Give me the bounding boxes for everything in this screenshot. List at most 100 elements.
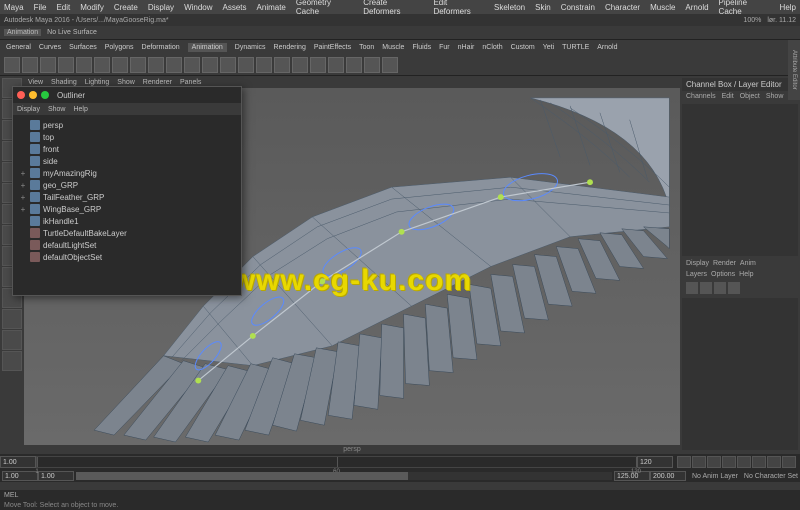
shelf-tab-animation[interactable]: Animation (188, 43, 227, 52)
shelf-icon[interactable] (202, 57, 218, 73)
shelf-icon[interactable] (4, 57, 20, 73)
no-anim-layer[interactable]: No Anim Layer (692, 473, 738, 480)
shelf-icon[interactable] (220, 57, 236, 73)
layer-icon[interactable] (714, 282, 726, 294)
start-frame-input[interactable] (0, 456, 36, 468)
menu-create[interactable]: Create (114, 3, 138, 12)
shelf-icon[interactable] (76, 57, 92, 73)
shelf-tab-dynamics[interactable]: Dynamics (235, 44, 266, 51)
mode-dropdown[interactable]: Animation (4, 29, 41, 36)
shelf-tab-toon[interactable]: Toon (359, 44, 374, 51)
shelf-tab-curves[interactable]: Curves (39, 44, 61, 51)
shelf-tab-painteffects[interactable]: PaintEffects (314, 44, 351, 51)
cb-tab-show[interactable]: Show (766, 93, 784, 100)
maximize-icon[interactable] (41, 91, 49, 99)
menu-create-deformers[interactable]: Create Deformers (363, 0, 423, 16)
play-back-button[interactable] (722, 456, 736, 468)
range-slider[interactable]: No Anim Layer No Character Set (0, 470, 800, 482)
shelf-icon[interactable] (310, 57, 326, 73)
time-slider[interactable]: 1 60 120 (0, 454, 800, 470)
play-forward-button[interactable] (737, 456, 751, 468)
outliner-item[interactable]: +myAmazingRig (17, 167, 237, 179)
rewind-button[interactable] (677, 456, 691, 468)
outliner-item[interactable]: defaultObjectSet (17, 251, 237, 263)
shelf-icon[interactable] (148, 57, 164, 73)
key-back-button[interactable] (707, 456, 721, 468)
cb-tab-object[interactable]: Object (740, 93, 760, 100)
outliner-item[interactable]: +WingBase_GRP (17, 203, 237, 215)
shelf-icon[interactable] (364, 57, 380, 73)
outliner-item[interactable]: side (17, 155, 237, 167)
close-icon[interactable] (17, 91, 25, 99)
shelf-tab-nhair[interactable]: nHair (458, 44, 475, 51)
layout-tool[interactable] (2, 330, 22, 350)
cb-tab-channels[interactable]: Channels (686, 93, 716, 100)
outliner-item[interactable]: +geo_GRP (17, 179, 237, 191)
vp-menu-shading[interactable]: Shading (51, 79, 77, 86)
menu-display[interactable]: Display (148, 3, 174, 12)
menu-edit[interactable]: Edit (56, 3, 70, 12)
layer-icon[interactable] (700, 282, 712, 294)
shelf-icon[interactable] (94, 57, 110, 73)
outliner-item[interactable]: ikHandle1 (17, 215, 237, 227)
menu-edit-deformers[interactable]: Edit Deformers (433, 0, 484, 16)
shelf-tab-turtle[interactable]: TURTLE (562, 44, 589, 51)
shelf-icon[interactable] (274, 57, 290, 73)
vp-menu-panels[interactable]: Panels (180, 79, 201, 86)
outliner-item[interactable]: top (17, 131, 237, 143)
shelf-tab-arnold[interactable]: Arnold (597, 44, 617, 51)
shelf-tab-polygons[interactable]: Polygons (105, 44, 134, 51)
key-forward-button[interactable] (752, 456, 766, 468)
step-back-button[interactable] (692, 456, 706, 468)
shelf-icon[interactable] (22, 57, 38, 73)
vp-menu-lighting[interactable]: Lighting (85, 79, 110, 86)
outliner-item[interactable]: front (17, 143, 237, 155)
menu-pipeline-cache[interactable]: Pipeline Cache (719, 0, 770, 16)
shelf-tab-muscle[interactable]: Muscle (382, 44, 404, 51)
shelf-icon[interactable] (184, 57, 200, 73)
shelf-tab-fur[interactable]: Fur (439, 44, 450, 51)
outliner-item[interactable]: +TailFeather_GRP (17, 191, 237, 203)
menu-skin[interactable]: Skin (535, 3, 551, 12)
minimize-icon[interactable] (29, 91, 37, 99)
shelf-tab-deformation[interactable]: Deformation (142, 44, 180, 51)
outliner-titlebar[interactable]: Outliner (13, 87, 241, 103)
step-forward-button[interactable] (767, 456, 781, 468)
vp-menu-show[interactable]: Show (117, 79, 135, 86)
layer-menu-layers[interactable]: Layers (686, 271, 707, 278)
layout-tool[interactable] (2, 351, 22, 371)
command-language[interactable]: MEL (4, 492, 18, 499)
shelf-icon[interactable] (40, 57, 56, 73)
menu-skeleton[interactable]: Skeleton (494, 3, 525, 12)
menu-modify[interactable]: Modify (80, 3, 104, 12)
menu-help[interactable]: Help (780, 3, 796, 12)
menu-maya[interactable]: Maya (4, 3, 24, 12)
menu-animate[interactable]: Animate (257, 3, 286, 12)
outliner-menu-display[interactable]: Display (17, 106, 40, 113)
shelf-icon[interactable] (256, 57, 272, 73)
layer-tab-display[interactable]: Display (686, 260, 709, 267)
no-character-set[interactable]: No Character Set (744, 473, 798, 480)
attribute-editor-tab[interactable]: Attribute Editor (788, 40, 800, 100)
shelf-tab-ncloth[interactable]: nCloth (482, 44, 502, 51)
shelf-icon[interactable] (238, 57, 254, 73)
layer-menu-options[interactable]: Options (711, 271, 735, 278)
shelf-icon[interactable] (130, 57, 146, 73)
shelf-icon[interactable] (328, 57, 344, 73)
forward-end-button[interactable] (782, 456, 796, 468)
vp-menu-renderer[interactable]: Renderer (143, 79, 172, 86)
outliner-item[interactable]: persp (17, 119, 237, 131)
menu-window[interactable]: Window (184, 3, 212, 12)
shelf-tab-surfaces[interactable]: Surfaces (69, 44, 97, 51)
shelf-icon[interactable] (382, 57, 398, 73)
vp-menu-view[interactable]: View (28, 79, 43, 86)
outliner-window[interactable]: Outliner Display Show Help persp top fro… (12, 86, 242, 296)
cb-tab-edit[interactable]: Edit (722, 93, 734, 100)
layout-tool[interactable] (2, 309, 22, 329)
shelf-icon[interactable] (292, 57, 308, 73)
layer-tab-anim[interactable]: Anim (740, 260, 756, 267)
outliner-item[interactable]: defaultLightSet (17, 239, 237, 251)
layer-icon[interactable] (728, 282, 740, 294)
shelf-tab-yeti[interactable]: Yeti (543, 44, 554, 51)
shelf-tab-general[interactable]: General (6, 44, 31, 51)
